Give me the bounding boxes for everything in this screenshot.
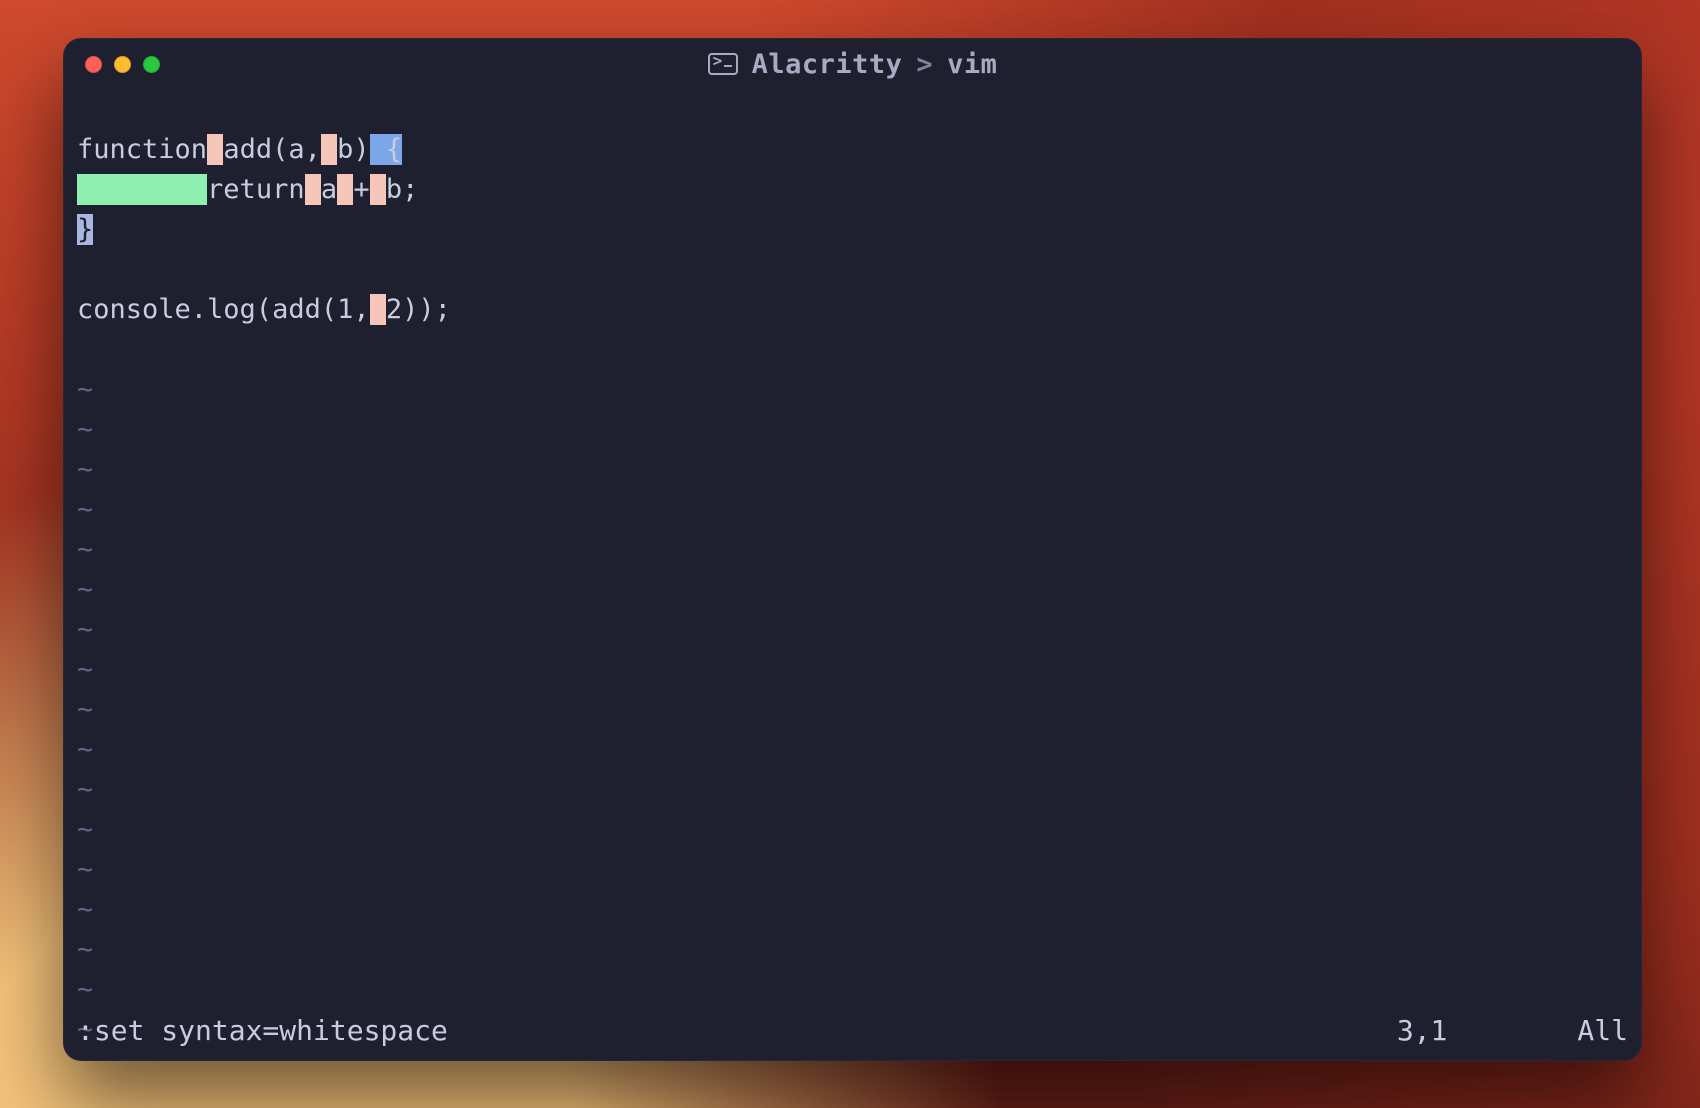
status-cursor-pos: 3,1 bbox=[1397, 1011, 1448, 1051]
tilde-line: ~ bbox=[77, 854, 93, 885]
code-line-3: } bbox=[77, 214, 93, 245]
terminal-icon bbox=[708, 53, 738, 75]
window-titlebar: Alacritty > vim bbox=[63, 38, 1642, 90]
tilde-line: ~ bbox=[77, 654, 93, 685]
vim-status-line: :set syntax=whitespace 3,1 All bbox=[77, 1011, 1628, 1051]
tilde-line: ~ bbox=[77, 774, 93, 805]
cursor: } bbox=[77, 214, 93, 245]
zoom-button[interactable] bbox=[143, 56, 160, 73]
status-scroll-pct: All bbox=[1577, 1011, 1628, 1051]
title-sub: vim bbox=[947, 49, 997, 80]
title-app: Alacritty bbox=[752, 49, 903, 80]
close-button[interactable] bbox=[85, 56, 102, 73]
tilde-line: ~ bbox=[77, 574, 93, 605]
status-command: :set syntax=whitespace bbox=[77, 1011, 448, 1051]
title-separator: > bbox=[916, 49, 933, 80]
terminal-window: Alacritty > vim function add(a, b) { ret… bbox=[63, 38, 1642, 1061]
tilde-line: ~ bbox=[77, 454, 93, 485]
tilde-line: ~ bbox=[77, 814, 93, 845]
code-line-1: function add(a, b) { bbox=[77, 134, 402, 165]
tilde-line: ~ bbox=[77, 974, 93, 1005]
tilde-line: ~ bbox=[77, 694, 93, 725]
code-line-2: return a + b; bbox=[77, 174, 418, 205]
tilde-line: ~ bbox=[77, 494, 93, 525]
tilde-line: ~ bbox=[77, 414, 93, 445]
tilde-line: ~ bbox=[77, 534, 93, 565]
tilde-line: ~ bbox=[77, 894, 93, 925]
editor-content[interactable]: function add(a, b) { return a + b; } con… bbox=[77, 90, 1628, 1050]
minimize-button[interactable] bbox=[114, 56, 131, 73]
tilde-line: ~ bbox=[77, 614, 93, 645]
code-line-5: console.log(add(1, 2)); bbox=[77, 294, 451, 325]
tilde-line: ~ bbox=[77, 374, 93, 405]
window-title: Alacritty > vim bbox=[63, 49, 1642, 80]
tilde-line: ~ bbox=[77, 734, 93, 765]
traffic-lights bbox=[63, 56, 160, 73]
tilde-line: ~ bbox=[77, 934, 93, 965]
terminal-body[interactable]: function add(a, b) { return a + b; } con… bbox=[63, 90, 1642, 1061]
